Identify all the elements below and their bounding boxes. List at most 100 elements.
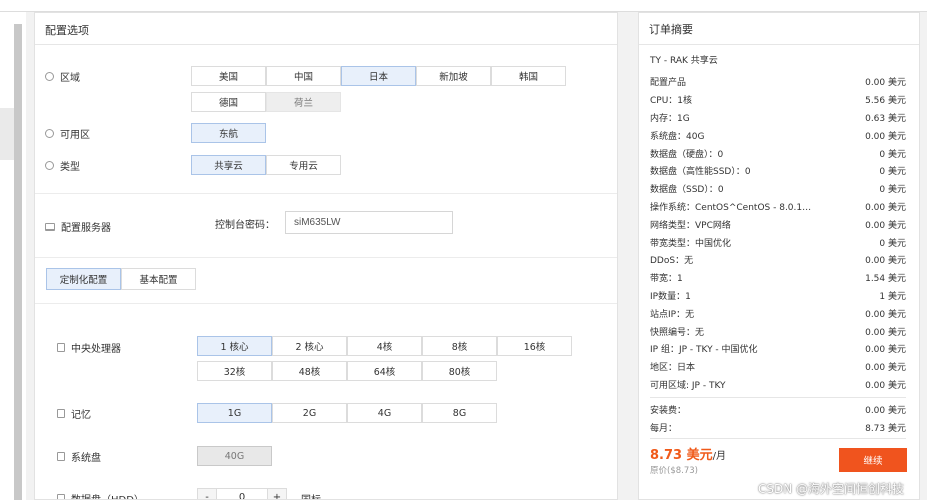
region-option-kr[interactable]: 韩国 <box>491 66 566 86</box>
summary-line-value: 0.00 美元 <box>865 309 906 320</box>
cpu-option-4[interactable]: 4核 <box>347 336 422 356</box>
hdd-value[interactable]: 0 <box>216 489 268 499</box>
region-option-de[interactable]: 德国 <box>191 92 266 112</box>
summary-line-label: IP 组：JP - TKY - 中国优化 <box>650 345 758 356</box>
summary-line-value: 0 美元 <box>879 238 906 249</box>
summary-line: 带宽类型：中国优化 0 美元 <box>650 233 906 251</box>
hdd-label: 数据盘（HDD） <box>71 491 144 499</box>
summary-line-label: 地区：日本 <box>650 363 696 374</box>
cpu-option-16[interactable]: 16核 <box>497 336 572 356</box>
summary-line: IP 组：JP - TKY - 中国优化 0.00 美元 <box>650 340 906 358</box>
summary-line-label: 数据盘（高性能SSD）：0 <box>650 167 751 178</box>
password-field[interactable] <box>285 211 453 234</box>
region-option-nl[interactable]: 荷兰 <box>266 92 341 112</box>
summary-line-value: 0.00 美元 <box>865 78 906 89</box>
summary-line-value: 1.54 美元 <box>865 274 906 285</box>
summary-line: 数据盘（高性能SSD）：0 0 美元 <box>650 162 906 180</box>
location-icon <box>45 129 54 138</box>
total-price-value: 8.73 美元 <box>650 448 713 463</box>
summary-line-label: 内存：1G <box>650 113 690 124</box>
summary-divider <box>650 438 906 439</box>
summary-line-label: 快照编号：无 <box>650 327 705 338</box>
summary-line-label: 操作系统：CentOS^CentOS - 8.0.1… <box>650 202 812 213</box>
hdd-decrement-button[interactable]: - <box>198 489 216 499</box>
cpu-option-1[interactable]: 1 核心 <box>197 336 272 356</box>
summary-line-label: 站点IP：无 <box>650 309 695 320</box>
summary-line-label: 配置产品 <box>650 78 687 89</box>
cpu-option-48[interactable]: 48核 <box>272 361 347 381</box>
memory-row-label: 记忆 <box>57 406 91 421</box>
server-label: 配置服务器 <box>61 223 111 234</box>
summary-line-value: 0.00 美元 <box>865 220 906 231</box>
memory-option-2g[interactable]: 2G <box>272 403 347 423</box>
summary-line-value: 1 美元 <box>879 291 906 302</box>
summary-line: CPU：1核 5.56 美元 <box>650 91 906 109</box>
setup-fee-row: 安装费： 0.00 美元 <box>650 403 906 416</box>
region-option-sg[interactable]: 新加坡 <box>416 66 491 86</box>
summary-line: 带宽：1 1.54 美元 <box>650 269 906 287</box>
cpu-label: 中央处理器 <box>71 344 121 355</box>
password-label: 控制台密码： <box>215 220 275 231</box>
cpu-option-8[interactable]: 8核 <box>422 336 497 356</box>
summary-divider <box>650 397 906 398</box>
cpu-option-2[interactable]: 2 核心 <box>272 336 347 356</box>
memory-option-4g[interactable]: 4G <box>347 403 422 423</box>
original-price: 原价($8.73) <box>650 466 698 476</box>
left-scrollbar[interactable] <box>14 24 22 500</box>
summary-line: 配置产品 0.00 美元 <box>650 73 906 91</box>
type-label: 类型 <box>60 162 80 173</box>
summary-line-label: 可用区域: JP - TKY <box>650 380 726 391</box>
type-option-shared[interactable]: 共享云 <box>191 155 266 175</box>
summary-line: 站点IP：无 0.00 美元 <box>650 304 906 322</box>
summary-line-label: 数据盘（SSD）：0 <box>650 185 724 196</box>
summary-line-label: IP数量：1 <box>650 291 691 302</box>
summary-line: 数据盘（硬盘）：0 0 美元 <box>650 144 906 162</box>
summary-product: TY - RAK 共享云 <box>650 56 718 66</box>
summary-line: 快照编号：无 0.00 美元 <box>650 322 906 340</box>
hdd-stepper[interactable]: - 0 + <box>197 488 287 499</box>
server-row-label: 配置服务器 <box>45 219 111 234</box>
cpu-option-80[interactable]: 80核 <box>422 361 497 381</box>
type-row-label: 类型 <box>45 158 80 173</box>
summary-line: 系统盘：40G 0.00 美元 <box>650 126 906 144</box>
summary-line-value: 0 美元 <box>879 167 906 178</box>
summary-line-label: 系统盘：40G <box>650 131 705 142</box>
cpu-option-32[interactable]: 32核 <box>197 361 272 381</box>
type-option-dedicated[interactable]: 专用云 <box>266 155 341 175</box>
location-icon <box>45 161 54 170</box>
cpu-option-64[interactable]: 64核 <box>347 361 422 381</box>
continue-button[interactable]: 继续 <box>839 448 907 472</box>
side-highlight <box>0 108 14 160</box>
summary-title: 订单摘要 <box>639 13 919 45</box>
summary-line-value: 0.00 美元 <box>865 380 906 391</box>
zone-row-label: 可用区 <box>45 126 90 141</box>
region-option-us[interactable]: 美国 <box>191 66 266 86</box>
zone-label: 可用区 <box>60 130 90 141</box>
order-summary-panel: 订单摘要 TY - RAK 共享云 配置产品 0.00 美元 CPU：1核 5.56 … <box>638 12 920 500</box>
summary-line: IP数量：1 1 美元 <box>650 287 906 305</box>
tab-basic-config[interactable]: 基本配置 <box>121 268 196 290</box>
disk-option-40g[interactable]: 40G <box>197 446 272 466</box>
cpu-row-label: 中央处理器 <box>57 340 121 355</box>
memory-option-8g[interactable]: 8G <box>422 403 497 423</box>
section-divider <box>35 303 617 304</box>
region-option-cn[interactable]: 中国 <box>266 66 341 86</box>
summary-line: DDoS：无 0.00 美元 <box>650 251 906 269</box>
region-option-jp[interactable]: 日本 <box>341 66 416 86</box>
hdd-increment-button[interactable]: + <box>268 489 286 499</box>
monthly-label: 每月： <box>650 424 678 434</box>
summary-line-label: 数据盘（硬盘）：0 <box>650 149 724 160</box>
hdd-row-label: 数据盘（HDD） <box>57 491 144 499</box>
watermark: CSDN @海外空间恒创科技 <box>758 482 905 496</box>
tab-custom-config[interactable]: 定制化配置 <box>46 268 121 290</box>
config-panel: 配置选项 区域 美国 中国 日本 新加坡 韩国 德国 荷兰 可用区 东航 类型 … <box>34 12 618 500</box>
zone-option[interactable]: 东航 <box>191 123 266 143</box>
summary-line: 可用区域: JP - TKY 0.00 美元 <box>650 376 906 394</box>
memory-option-1g[interactable]: 1G <box>197 403 272 423</box>
server-icon <box>45 222 55 231</box>
summary-line-value: 0.00 美元 <box>865 345 906 356</box>
monthly-value: 8.73 美元 <box>865 424 906 434</box>
summary-line-value: 5.56 美元 <box>865 96 906 107</box>
memory-icon <box>57 409 65 418</box>
summary-line-value: 0.00 美元 <box>865 202 906 213</box>
